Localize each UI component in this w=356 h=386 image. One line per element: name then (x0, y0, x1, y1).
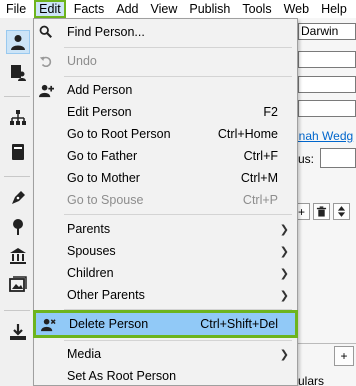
status-label: us: (298, 152, 315, 166)
menu-item-label: Add Person (67, 83, 133, 97)
menu-item-label: Set As Root Person (67, 369, 177, 383)
chevron-right-icon: ❯ (279, 245, 289, 258)
people-book-icon (11, 65, 26, 81)
menu-item-label: Spouses (67, 244, 116, 258)
chevron-right-icon: ❯ (279, 223, 289, 236)
trash-icon (316, 206, 327, 217)
left-toolbar (0, 18, 34, 386)
add-media-button[interactable]: + (334, 346, 354, 366)
menu-item-label: Undo (67, 54, 97, 68)
menu-item-media[interactable]: Media ❯ (34, 343, 297, 365)
menu-item-shortcut: Ctrl+Shift+Del (200, 317, 278, 331)
undo-icon (38, 53, 54, 69)
field-4[interactable] (298, 100, 356, 117)
search-icon (38, 24, 54, 40)
pen-icon (12, 191, 25, 204)
media-button[interactable] (6, 273, 30, 297)
photos-icon (9, 276, 27, 292)
menu-item-go-to-root-person[interactable]: Go to Root Person Ctrl+Home (34, 123, 297, 145)
menu-item-shortcut: Ctrl+Home (217, 127, 278, 141)
menu-item-undo[interactable]: Undo (34, 50, 297, 72)
person-icon (11, 35, 25, 50)
sources-button[interactable] (6, 244, 30, 268)
menu-item-label: Go to Spouse (67, 193, 144, 207)
field-3[interactable] (298, 76, 356, 93)
menu-item-go-to-spouse[interactable]: Go to Spouse Ctrl+P (34, 189, 297, 211)
particulars-label: ulars (298, 374, 325, 386)
menu-web[interactable]: Web (278, 0, 315, 18)
menu-item-label: Delete Person (69, 317, 149, 331)
menu-item-delete-person[interactable]: Delete Person Ctrl+Shift+Del (33, 310, 298, 338)
menu-item-label: Go to Mother (67, 171, 140, 185)
spouse-link[interactable]: nnah Wedg (292, 129, 353, 143)
menu-item-children[interactable]: Children ❯ (34, 262, 297, 284)
person-view-button[interactable] (6, 30, 30, 54)
surname-field[interactable]: Darwin (298, 23, 356, 40)
menu-tools[interactable]: Tools (236, 0, 277, 18)
menu-facts[interactable]: Facts (68, 0, 111, 18)
bank-icon (10, 248, 26, 264)
menu-item-shortcut: F2 (263, 105, 278, 119)
menubar: File Edit Facts Add View Publish Tools W… (0, 0, 356, 18)
menu-item-label: Children (67, 266, 114, 280)
menu-item-shortcut: Ctrl+P (242, 193, 278, 207)
menu-view[interactable]: View (145, 0, 184, 18)
download-icon (10, 324, 26, 340)
menu-file[interactable]: File (0, 0, 32, 18)
people-book-button[interactable] (6, 60, 30, 84)
menu-item-label: Go to Root Person (67, 127, 171, 141)
chevron-right-icon: ❯ (279, 289, 289, 302)
menu-item-label: Edit Person (67, 105, 132, 119)
menu-item-label: Parents (67, 222, 111, 236)
pen-button[interactable] (6, 186, 30, 210)
menu-item-spouses[interactable]: Spouses ❯ (34, 240, 297, 262)
map-pin-icon (13, 219, 23, 235)
menu-item-go-to-mother[interactable]: Go to Mother Ctrl+M (34, 167, 297, 189)
menu-item-parents[interactable]: Parents ❯ (34, 218, 297, 240)
menu-item-find-person[interactable]: Find Person... (34, 21, 297, 43)
menu-item-label: Go to Father (67, 149, 138, 163)
add-person-icon (38, 82, 54, 98)
family-tree-icon (10, 110, 26, 125)
family-tree-button[interactable] (6, 106, 30, 130)
field-2[interactable] (298, 51, 356, 68)
delete-person-icon (40, 316, 56, 332)
menu-item-label: Other Parents (67, 288, 145, 302)
chevron-right-icon: ❯ (279, 267, 289, 280)
menu-item-set-as-root-person[interactable]: Set As Root Person (34, 365, 297, 386)
chevron-right-icon: ❯ (279, 348, 289, 361)
menu-item-label: Media (67, 347, 102, 361)
menu-item-shortcut: Ctrl+F (243, 149, 278, 163)
sort-button[interactable] (333, 203, 350, 220)
sort-icon (337, 206, 346, 217)
menu-help[interactable]: Help (315, 0, 353, 18)
menu-item-go-to-father[interactable]: Go to Father Ctrl+F (34, 145, 297, 167)
person-editor-panel: Darwin nnah Wedg us: + + ulars (292, 18, 356, 386)
menu-publish[interactable]: Publish (183, 0, 236, 18)
book-icon (12, 144, 24, 160)
menu-item-edit-person[interactable]: Edit Person F2 (34, 101, 297, 123)
menu-item-label: Find Person... (67, 25, 145, 39)
place-button[interactable] (6, 215, 30, 239)
menu-item-other-parents[interactable]: Other Parents ❯ (34, 284, 297, 306)
download-button[interactable] (6, 320, 30, 344)
delete-small-button[interactable] (313, 203, 330, 220)
menu-item-shortcut: Ctrl+M (240, 171, 278, 185)
status-field[interactable] (320, 148, 356, 168)
menu-add[interactable]: Add (110, 0, 144, 18)
book-button[interactable] (6, 140, 30, 164)
edit-menu: Find Person... Undo Add Person Edit Pers… (33, 18, 298, 386)
menu-edit[interactable]: Edit (34, 0, 66, 18)
menu-item-add-person[interactable]: Add Person (34, 79, 297, 101)
